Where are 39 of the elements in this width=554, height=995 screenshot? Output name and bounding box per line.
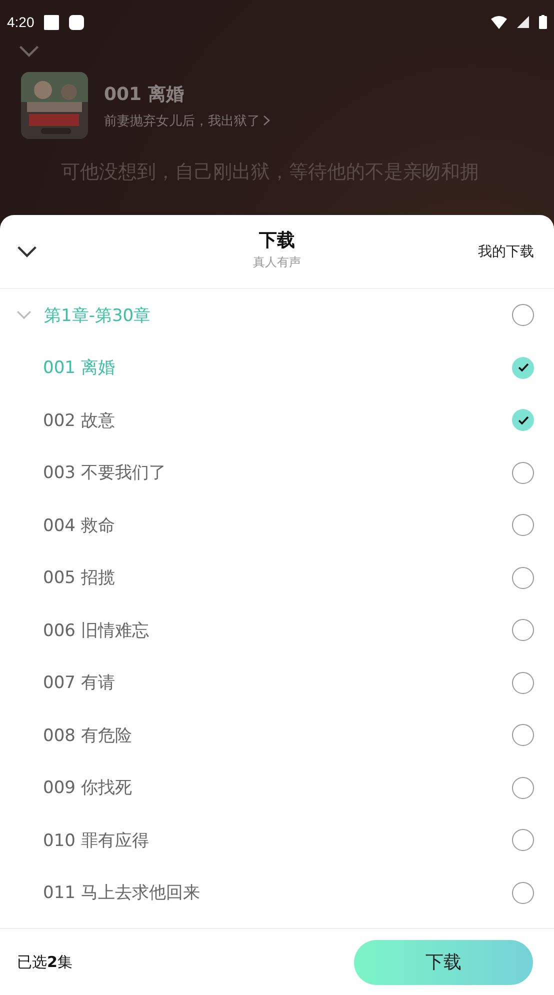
download-button[interactable]: 下载	[354, 940, 533, 984]
sheet-subtitle: 真人有声	[253, 254, 301, 271]
chevron-right-icon	[263, 115, 270, 126]
unchecked-circle[interactable]	[512, 724, 534, 746]
unchecked-circle[interactable]	[512, 462, 534, 484]
checked-circle[interactable]	[512, 409, 534, 432]
unchecked-circle[interactable]	[512, 514, 534, 536]
battery-icon	[539, 15, 547, 29]
unchecked-circle[interactable]	[512, 566, 534, 589]
chapter-item[interactable]: 009 你找死	[43, 776, 500, 800]
chapter-item[interactable]: 005 招揽	[43, 566, 500, 590]
chevron-icon[interactable]	[16, 310, 32, 320]
notification-icon	[44, 14, 60, 30]
chapter-item[interactable]: 002 故意	[43, 408, 500, 432]
unchecked-circle[interactable]	[512, 829, 534, 852]
notification-icon	[69, 14, 84, 30]
sheet-title: 下载	[259, 229, 295, 252]
unchecked-circle[interactable]	[512, 619, 534, 642]
my-downloads-link[interactable]: 我的下载	[478, 242, 534, 260]
episode-title: 001 离婚	[104, 82, 185, 106]
unchecked-circle[interactable]	[512, 776, 534, 799]
chapter-item[interactable]: 004 救命	[43, 514, 500, 537]
book-link[interactable]: 前妻抛弃女儿后，我出狱了	[104, 112, 270, 130]
unchecked-circle[interactable]	[512, 672, 534, 694]
selected-count: 已选2集	[17, 952, 72, 972]
close-sheet-button[interactable]	[16, 245, 38, 258]
chapter-item[interactable]: 006 旧情难忘	[43, 618, 500, 642]
chapter-item[interactable]: 003 不要我们了	[43, 461, 500, 484]
chapter-item[interactable]: 008 有危险	[43, 724, 500, 747]
signal-icon	[517, 16, 529, 28]
wifi-icon	[491, 16, 507, 28]
unchecked-circle[interactable]	[512, 304, 534, 326]
unchecked-circle[interactable]	[512, 882, 534, 904]
status-time: 4:20	[7, 14, 34, 30]
collapse-icon[interactable]	[18, 44, 40, 58]
checked-circle[interactable]	[512, 356, 534, 379]
chapter-item[interactable]: 010 罪有应得	[43, 828, 500, 852]
chapter-item[interactable]: 011 马上去求他回来	[43, 881, 500, 904]
chapter-item[interactable]: 007 有请	[43, 671, 500, 694]
